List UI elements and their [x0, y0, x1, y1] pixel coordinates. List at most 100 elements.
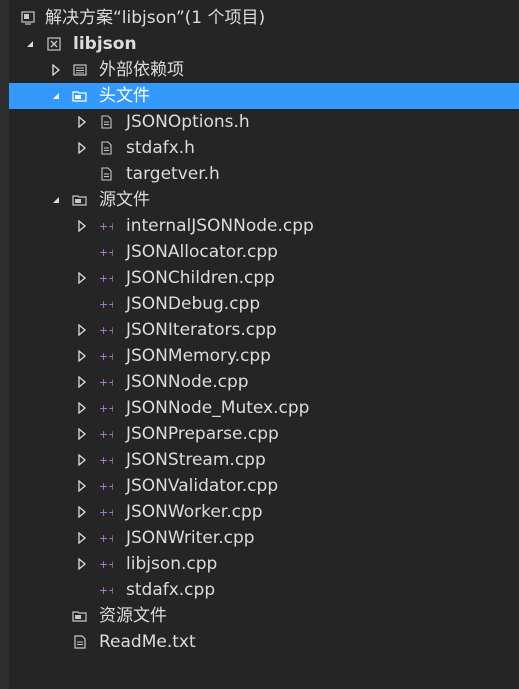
external-deps-label: 外部依赖项 — [99, 60, 184, 80]
file-node[interactable]: ++ JSONChildren.cpp — [9, 265, 519, 291]
file-label: JSONIterators.cpp — [126, 320, 277, 340]
file-node[interactable]: ++ JSONIterators.cpp — [9, 317, 519, 343]
resource-files-folder[interactable]: 资源文件 — [9, 603, 519, 629]
solution-label: 解决方案“libjson”(1 个项目) — [45, 8, 266, 28]
file-node[interactable]: ++ JSONNode_Mutex.cpp — [9, 395, 519, 421]
file-node[interactable]: ++ JSONDebug.cpp — [9, 291, 519, 317]
expand-arrow-icon[interactable] — [74, 525, 90, 551]
project-node[interactable]: libjson — [9, 31, 519, 57]
solution-icon — [20, 5, 36, 31]
file-label: JSONNode_Mutex.cpp — [126, 398, 310, 418]
cpp-file-icon: ++ — [98, 239, 114, 265]
expand-arrow-icon[interactable] — [74, 343, 90, 369]
expand-arrow-icon[interactable] — [74, 473, 90, 499]
file-label: targetver.h — [126, 164, 220, 184]
svg-text:++: ++ — [99, 532, 113, 544]
svg-text:++: ++ — [99, 376, 113, 388]
file-label: JSONStream.cpp — [126, 450, 266, 470]
file-node[interactable]: ++ JSONWriter.cpp — [9, 525, 519, 551]
expand-arrow-icon[interactable] — [74, 135, 90, 161]
expand-arrow-icon[interactable] — [74, 265, 90, 291]
cpp-file-icon: ++ — [98, 369, 114, 395]
svg-text:++: ++ — [99, 220, 113, 232]
svg-text:++: ++ — [99, 324, 113, 336]
collapse-arrow-icon[interactable] — [48, 187, 64, 213]
file-label: JSONDebug.cpp — [126, 294, 261, 314]
file-label: JSONAllocator.cpp — [126, 242, 278, 262]
header-file-icon — [98, 161, 114, 187]
cpp-file-icon: ++ — [98, 317, 114, 343]
file-node[interactable]: ++ JSONWorker.cpp — [9, 499, 519, 525]
file-node[interactable]: ++ JSONNode.cpp — [9, 369, 519, 395]
expand-arrow-icon[interactable] — [74, 447, 90, 473]
file-node[interactable]: JSONOptions.h — [9, 109, 519, 135]
file-label: JSONNode.cpp — [126, 372, 249, 392]
solution-node[interactable]: 解决方案“libjson”(1 个项目) — [9, 5, 519, 31]
header-file-icon — [98, 109, 114, 135]
svg-text:++: ++ — [99, 584, 113, 596]
readme-label: ReadMe.txt — [99, 632, 196, 652]
cpp-file-icon: ++ — [98, 525, 114, 551]
svg-text:++: ++ — [99, 428, 113, 440]
file-node[interactable]: ++ JSONAllocator.cpp — [9, 239, 519, 265]
expand-arrow-icon[interactable] — [74, 551, 90, 577]
cpp-file-icon: ++ — [98, 447, 114, 473]
expand-arrow-icon[interactable] — [74, 395, 90, 421]
file-label: JSONWorker.cpp — [126, 502, 263, 522]
header-file-icon — [98, 135, 114, 161]
cpp-file-icon: ++ — [98, 265, 114, 291]
cpp-file-icon: ++ — [98, 395, 114, 421]
resource-files-label: 资源文件 — [99, 606, 167, 626]
expand-arrow-icon[interactable] — [48, 57, 64, 83]
file-node[interactable]: ++ stdafx.cpp — [9, 577, 519, 603]
file-label: JSONMemory.cpp — [126, 346, 271, 366]
file-node[interactable]: ++ JSONPreparse.cpp — [9, 421, 519, 447]
collapse-arrow-icon[interactable] — [22, 31, 38, 57]
source-files-label: 源文件 — [99, 190, 150, 210]
expand-arrow-icon[interactable] — [74, 213, 90, 239]
filter-folder-icon — [72, 603, 88, 629]
file-label: internalJSONNode.cpp — [126, 216, 314, 236]
svg-text:++: ++ — [99, 272, 113, 284]
header-files-folder[interactable]: 头文件 — [9, 83, 519, 109]
expand-arrow-icon[interactable] — [74, 317, 90, 343]
file-node[interactable]: ++ internalJSONNode.cpp — [9, 213, 519, 239]
svg-text:++: ++ — [99, 246, 113, 258]
cpp-file-icon: ++ — [98, 343, 114, 369]
cpp-file-icon: ++ — [98, 421, 114, 447]
file-label: libjson.cpp — [126, 554, 218, 574]
file-node[interactable]: ++ JSONMemory.cpp — [9, 343, 519, 369]
expand-arrow-icon[interactable] — [74, 109, 90, 135]
external-deps-icon — [72, 57, 88, 83]
file-node[interactable]: stdafx.h — [9, 135, 519, 161]
cpp-file-icon: ++ — [98, 473, 114, 499]
text-file-icon — [72, 629, 88, 655]
svg-text:++: ++ — [99, 480, 113, 492]
svg-text:++: ++ — [99, 454, 113, 466]
file-node[interactable]: targetver.h — [9, 161, 519, 187]
collapse-arrow-icon[interactable] — [48, 83, 64, 109]
header-files-label: 头文件 — [99, 86, 150, 106]
header-files-list: JSONOptions.h stdafx.h targetver.h — [9, 109, 519, 187]
file-node[interactable]: ++ JSONValidator.cpp — [9, 473, 519, 499]
expand-arrow-icon[interactable] — [74, 369, 90, 395]
expand-arrow-icon[interactable] — [74, 499, 90, 525]
cpp-file-icon: ++ — [98, 291, 114, 317]
source-files-list: ++ internalJSONNode.cpp ++ JSONAllocator.cp… — [9, 213, 519, 603]
svg-text:++: ++ — [99, 402, 113, 414]
cpp-file-icon: ++ — [98, 551, 114, 577]
project-icon — [46, 31, 62, 57]
file-label: JSONChildren.cpp — [126, 268, 275, 288]
external-deps-node[interactable]: 外部依赖项 — [9, 57, 519, 83]
source-files-folder[interactable]: 源文件 — [9, 187, 519, 213]
file-node[interactable]: ++ JSONStream.cpp — [9, 447, 519, 473]
file-label: stdafx.cpp — [126, 580, 216, 600]
svg-text:++: ++ — [99, 298, 113, 310]
file-label: JSONPreparse.cpp — [126, 424, 279, 444]
readme-file-node[interactable]: ReadMe.txt — [9, 629, 519, 655]
file-node[interactable]: ++ libjson.cpp — [9, 551, 519, 577]
expand-arrow-icon[interactable] — [74, 421, 90, 447]
filter-folder-icon — [72, 187, 88, 213]
cpp-file-icon: ++ — [98, 213, 114, 239]
file-label: JSONWriter.cpp — [126, 528, 255, 548]
